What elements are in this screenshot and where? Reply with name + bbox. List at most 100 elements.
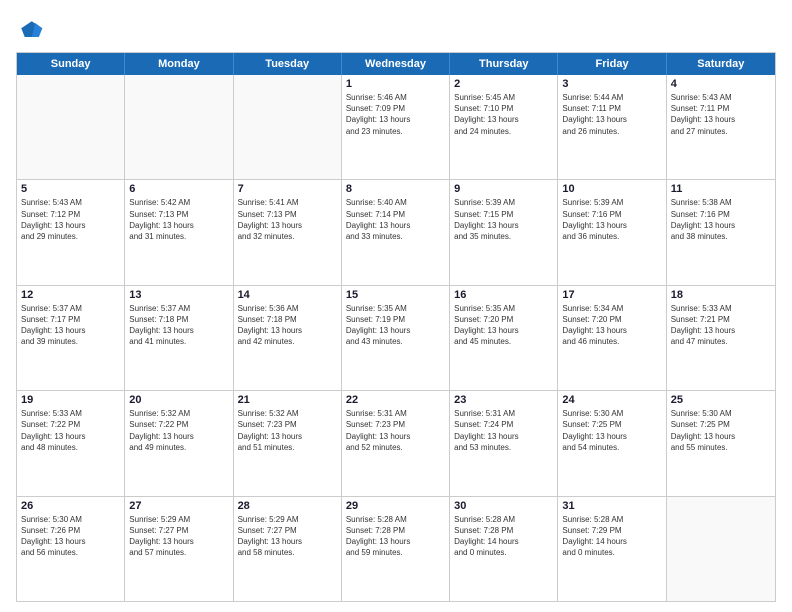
day-number: 27 — [129, 500, 228, 512]
day-info: Sunrise: 5:32 AM Sunset: 7:22 PM Dayligh… — [129, 408, 228, 453]
day-info: Sunrise: 5:35 AM Sunset: 7:20 PM Dayligh… — [454, 303, 553, 348]
day-info: Sunrise: 5:29 AM Sunset: 7:27 PM Dayligh… — [238, 514, 337, 559]
day-info: Sunrise: 5:34 AM Sunset: 7:20 PM Dayligh… — [562, 303, 661, 348]
calendar-cell: 18 Sunrise: 5:33 AM Sunset: 7:21 PM Dayli… — [667, 286, 775, 390]
calendar-row-3: 12 Sunrise: 5:37 AM Sunset: 7:17 PM Dayli… — [17, 285, 775, 390]
calendar-row-4: 19 Sunrise: 5:33 AM Sunset: 7:22 PM Dayli… — [17, 390, 775, 495]
day-info: Sunrise: 5:38 AM Sunset: 7:16 PM Dayligh… — [671, 197, 771, 242]
calendar-cell: 3 Sunrise: 5:44 AM Sunset: 7:11 PM Daylig… — [558, 75, 666, 179]
calendar-row-2: 5 Sunrise: 5:43 AM Sunset: 7:12 PM Daylig… — [17, 179, 775, 284]
day-info: Sunrise: 5:33 AM Sunset: 7:22 PM Dayligh… — [21, 408, 120, 453]
calendar-cell: 7Sunrise: 5:41 AM Sunset: 7:13 PM Daylig… — [234, 180, 342, 284]
day-info: Sunrise: 5:32 AM Sunset: 7:23 PM Dayligh… — [238, 408, 337, 453]
day-info: Sunrise: 5:45 AM Sunset: 7:10 PM Dayligh… — [454, 92, 553, 137]
calendar-cell: 23Sunrise: 5:31 AM Sunset: 7:24 PM Dayli… — [450, 391, 558, 495]
day-number: 3 — [562, 78, 661, 90]
day-info: Sunrise: 5:37 AM Sunset: 7:17 PM Dayligh… — [21, 303, 120, 348]
day-info: Sunrise: 5:28 AM Sunset: 7:28 PM Dayligh… — [454, 514, 553, 559]
day-number: 20 — [129, 394, 228, 406]
day-info: Sunrise: 5:44 AM Sunset: 7:11 PM Dayligh… — [562, 92, 661, 137]
calendar-cell: 5 Sunrise: 5:43 AM Sunset: 7:12 PM Daylig… — [17, 180, 125, 284]
header-day-friday: Friday — [558, 53, 666, 75]
calendar-cell — [667, 497, 775, 601]
header — [16, 16, 776, 44]
calendar: SundayMondayTuesdayWednesdayThursdayFrid… — [16, 52, 776, 602]
calendar-cell: 29Sunrise: 5:28 AM Sunset: 7:28 PM Dayli… — [342, 497, 450, 601]
day-info: Sunrise: 5:40 AM Sunset: 7:14 PM Dayligh… — [346, 197, 445, 242]
day-number: 22 — [346, 394, 445, 406]
calendar-cell: 16 Sunrise: 5:35 AM Sunset: 7:20 PM Dayli… — [450, 286, 558, 390]
day-number: 29 — [346, 500, 445, 512]
calendar-cell: 24Sunrise: 5:30 AM Sunset: 7:25 PM Dayli… — [558, 391, 666, 495]
calendar-cell: 20 Sunrise: 5:32 AM Sunset: 7:22 PM Dayli… — [125, 391, 233, 495]
day-info: Sunrise: 5:30 AM Sunset: 7:25 PM Dayligh… — [671, 408, 771, 453]
calendar-cell: 11 Sunrise: 5:38 AM Sunset: 7:16 PM Dayli… — [667, 180, 775, 284]
day-info: Sunrise: 5:28 AM Sunset: 7:29 PM Dayligh… — [562, 514, 661, 559]
day-number: 30 — [454, 500, 553, 512]
day-number: 1 — [346, 78, 445, 90]
calendar-cell: 12 Sunrise: 5:37 AM Sunset: 7:17 PM Dayli… — [17, 286, 125, 390]
day-number: 16 — [454, 289, 553, 301]
calendar-cell: 22Sunrise: 5:31 AM Sunset: 7:23 PM Dayli… — [342, 391, 450, 495]
calendar-cell — [234, 75, 342, 179]
day-info: Sunrise: 5:29 AM Sunset: 7:27 PM Dayligh… — [129, 514, 228, 559]
day-info: Sunrise: 5:30 AM Sunset: 7:26 PM Dayligh… — [21, 514, 120, 559]
day-info: Sunrise: 5:35 AM Sunset: 7:19 PM Dayligh… — [346, 303, 445, 348]
day-number: 19 — [21, 394, 120, 406]
header-day-saturday: Saturday — [667, 53, 775, 75]
calendar-row-1: 1 Sunrise: 5:46 AM Sunset: 7:09 PM Daylig… — [17, 75, 775, 179]
calendar-cell: 19 Sunrise: 5:33 AM Sunset: 7:22 PM Dayli… — [17, 391, 125, 495]
calendar-cell: 14Sunrise: 5:36 AM Sunset: 7:18 PM Dayli… — [234, 286, 342, 390]
day-number: 2 — [454, 78, 553, 90]
day-number: 12 — [21, 289, 120, 301]
header-day-thursday: Thursday — [450, 53, 558, 75]
calendar-cell: 27 Sunrise: 5:29 AM Sunset: 7:27 PM Dayli… — [125, 497, 233, 601]
day-number: 5 — [21, 183, 120, 195]
header-day-monday: Monday — [125, 53, 233, 75]
page: SundayMondayTuesdayWednesdayThursdayFrid… — [0, 0, 792, 612]
day-number: 31 — [562, 500, 661, 512]
day-info: Sunrise: 5:43 AM Sunset: 7:11 PM Dayligh… — [671, 92, 771, 137]
header-day-wednesday: Wednesday — [342, 53, 450, 75]
calendar-header: SundayMondayTuesdayWednesdayThursdayFrid… — [17, 53, 775, 75]
day-number: 11 — [671, 183, 771, 195]
day-number: 9 — [454, 183, 553, 195]
day-number: 23 — [454, 394, 553, 406]
header-day-sunday: Sunday — [17, 53, 125, 75]
calendar-cell: 1 Sunrise: 5:46 AM Sunset: 7:09 PM Daylig… — [342, 75, 450, 179]
day-number: 18 — [671, 289, 771, 301]
day-info: Sunrise: 5:43 AM Sunset: 7:12 PM Dayligh… — [21, 197, 120, 242]
day-number: 26 — [21, 500, 120, 512]
day-info: Sunrise: 5:46 AM Sunset: 7:09 PM Dayligh… — [346, 92, 445, 137]
calendar-cell: 6Sunrise: 5:42 AM Sunset: 7:13 PM Daylig… — [125, 180, 233, 284]
calendar-cell: 10Sunrise: 5:39 AM Sunset: 7:16 PM Dayli… — [558, 180, 666, 284]
calendar-cell: 9 Sunrise: 5:39 AM Sunset: 7:15 PM Daylig… — [450, 180, 558, 284]
day-info: Sunrise: 5:39 AM Sunset: 7:16 PM Dayligh… — [562, 197, 661, 242]
calendar-cell: 4 Sunrise: 5:43 AM Sunset: 7:11 PM Daylig… — [667, 75, 775, 179]
calendar-cell: 8 Sunrise: 5:40 AM Sunset: 7:14 PM Daylig… — [342, 180, 450, 284]
day-info: Sunrise: 5:33 AM Sunset: 7:21 PM Dayligh… — [671, 303, 771, 348]
day-number: 15 — [346, 289, 445, 301]
day-number: 25 — [671, 394, 771, 406]
day-number: 28 — [238, 500, 337, 512]
calendar-cell: 28 Sunrise: 5:29 AM Sunset: 7:27 PM Dayli… — [234, 497, 342, 601]
calendar-row-5: 26 Sunrise: 5:30 AM Sunset: 7:26 PM Dayli… — [17, 496, 775, 601]
day-number: 6 — [129, 183, 228, 195]
day-number: 14 — [238, 289, 337, 301]
day-number: 21 — [238, 394, 337, 406]
calendar-cell: 31 Sunrise: 5:28 AM Sunset: 7:29 PM Dayli… — [558, 497, 666, 601]
calendar-cell: 21 Sunrise: 5:32 AM Sunset: 7:23 PM Dayli… — [234, 391, 342, 495]
day-info: Sunrise: 5:41 AM Sunset: 7:13 PM Dayligh… — [238, 197, 337, 242]
header-day-tuesday: Tuesday — [234, 53, 342, 75]
day-info: Sunrise: 5:37 AM Sunset: 7:18 PM Dayligh… — [129, 303, 228, 348]
day-number: 17 — [562, 289, 661, 301]
calendar-cell: 26 Sunrise: 5:30 AM Sunset: 7:26 PM Dayli… — [17, 497, 125, 601]
day-number: 4 — [671, 78, 771, 90]
calendar-cell — [17, 75, 125, 179]
day-info: Sunrise: 5:39 AM Sunset: 7:15 PM Dayligh… — [454, 197, 553, 242]
day-number: 8 — [346, 183, 445, 195]
logo — [16, 16, 48, 44]
calendar-cell: 25 Sunrise: 5:30 AM Sunset: 7:25 PM Dayli… — [667, 391, 775, 495]
calendar-cell: 2 Sunrise: 5:45 AM Sunset: 7:10 PM Daylig… — [450, 75, 558, 179]
calendar-cell: 13Sunrise: 5:37 AM Sunset: 7:18 PM Dayli… — [125, 286, 233, 390]
